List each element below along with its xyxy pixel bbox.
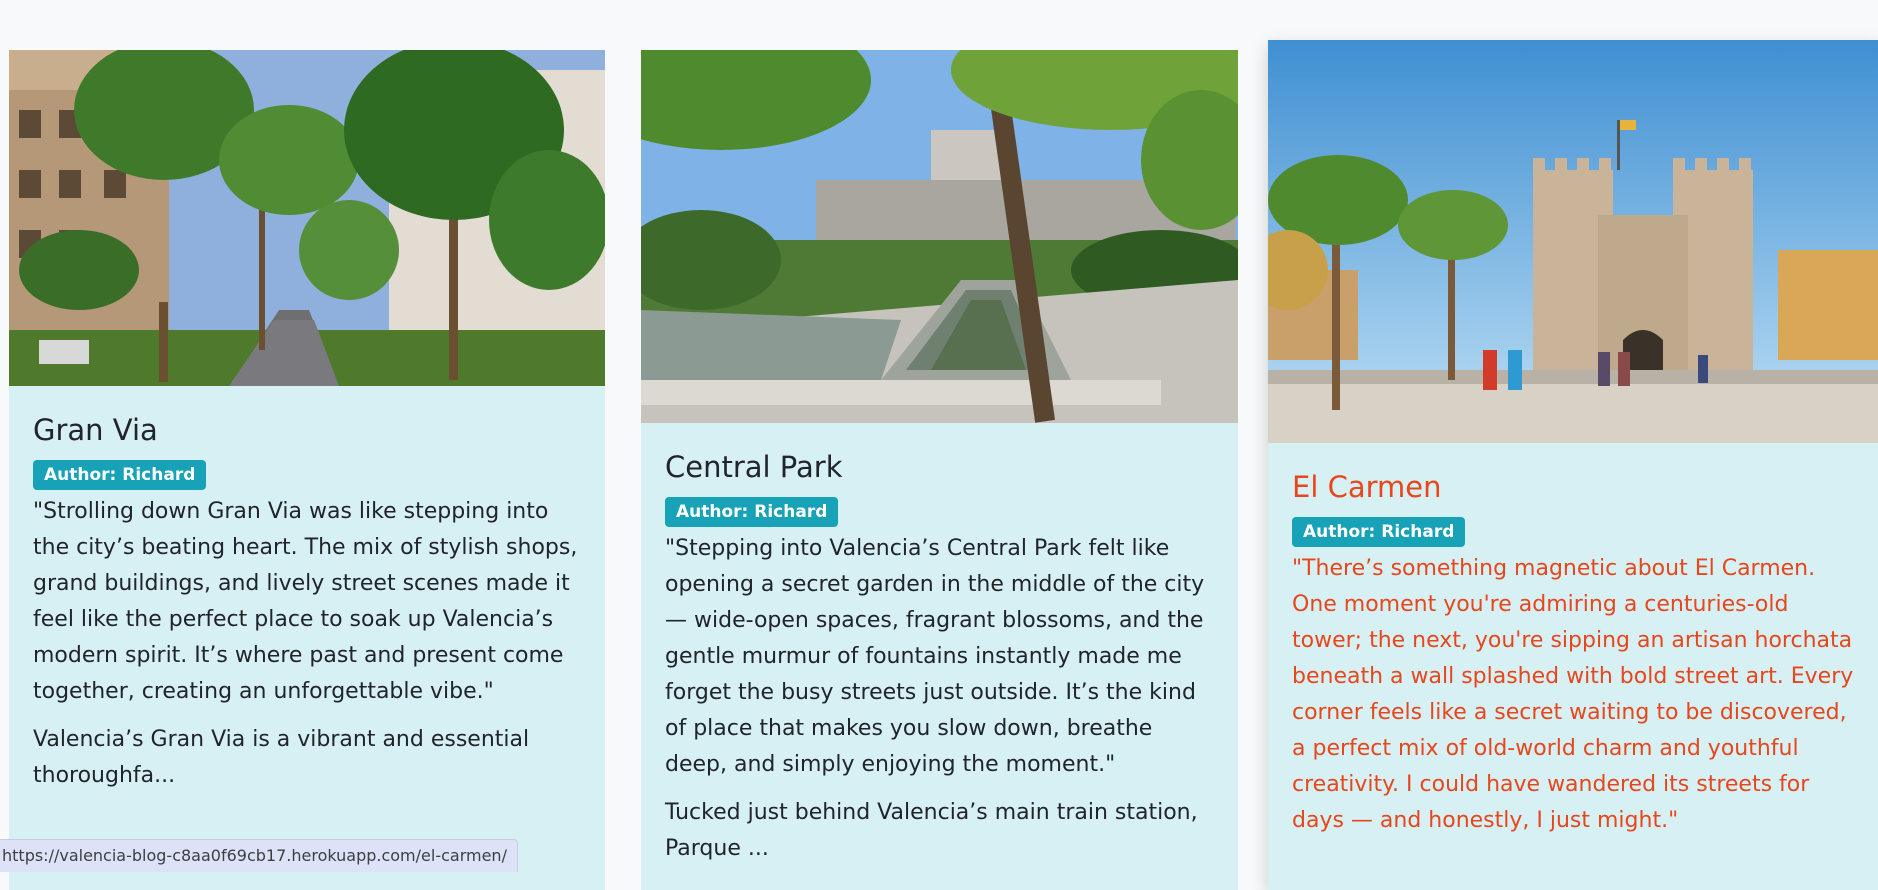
card-body: Gran Via Author: Richard "Strolling down…: [9, 386, 605, 794]
gran-via-image[interactable]: [9, 50, 605, 386]
post-quote: "There’s something magnetic about El Car…: [1292, 556, 1854, 833]
card-body: Central Park Author: Richard "Stepping i…: [641, 423, 1238, 867]
post-quote: "Stepping into Valencia’s Central Park f…: [665, 536, 1205, 777]
author-badge: Author: Richard: [33, 460, 207, 490]
status-bar-url: https://valencia-blog-c8aa0f69cb17.herok…: [0, 839, 518, 872]
author-badge: Author: Richard: [1292, 517, 1466, 547]
post-card-el-carmen[interactable]: El Carmen Author: Richard "There’s somet…: [1268, 40, 1878, 890]
central-park-image[interactable]: [641, 50, 1238, 423]
post-excerpt: Tucked just behind Valencia’s main train…: [665, 800, 1198, 861]
card-body: El Carmen Author: Richard "There’s somet…: [1268, 443, 1878, 839]
post-card-gran-via[interactable]: Gran Via Author: Richard "Strolling down…: [9, 50, 605, 890]
post-card-central-park[interactable]: Central Park Author: Richard "Stepping i…: [641, 50, 1238, 890]
post-excerpt: Valencia’s Gran Via is a vibrant and ess…: [33, 727, 530, 788]
post-title[interactable]: Gran Via: [33, 386, 581, 448]
post-title[interactable]: Central Park: [665, 423, 1214, 485]
post-title[interactable]: El Carmen: [1292, 443, 1856, 505]
el-carmen-image[interactable]: [1268, 40, 1878, 443]
post-quote: "Strolling down Gran Via was like steppi…: [33, 499, 578, 704]
author-badge: Author: Richard: [665, 497, 839, 527]
